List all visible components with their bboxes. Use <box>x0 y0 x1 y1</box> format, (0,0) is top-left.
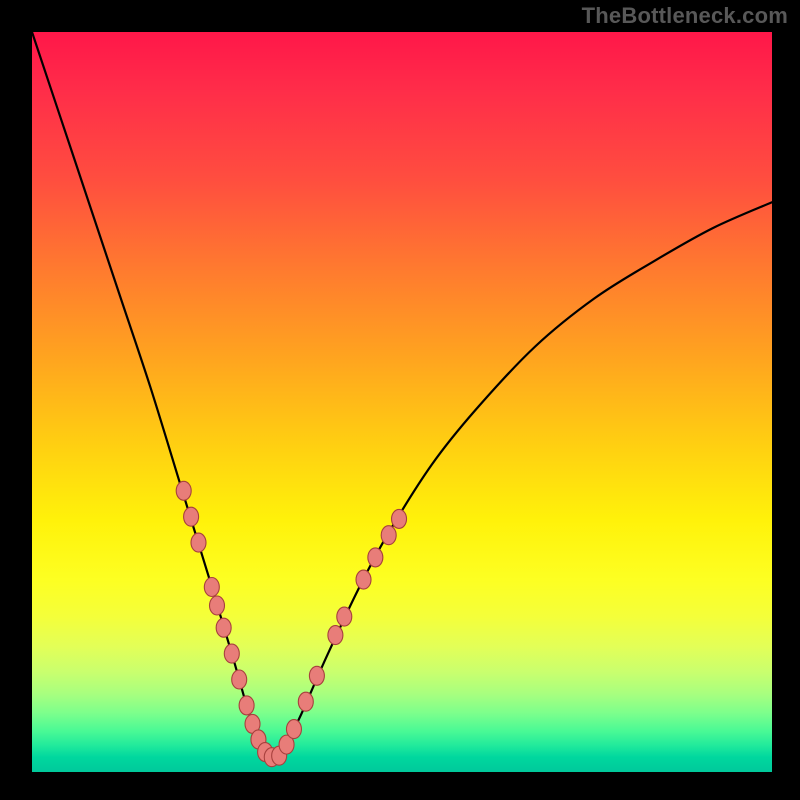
data-marker <box>356 570 371 589</box>
data-marker <box>381 526 396 545</box>
data-marker <box>286 720 301 739</box>
chart-svg <box>32 32 772 772</box>
bottleneck-curve <box>32 32 772 759</box>
data-marker <box>392 509 407 528</box>
data-marker <box>184 507 199 526</box>
plot-area <box>32 32 772 772</box>
data-marker <box>216 618 231 637</box>
data-marker <box>368 548 383 567</box>
data-marker <box>309 666 324 685</box>
marker-group <box>176 481 406 766</box>
data-marker <box>239 696 254 715</box>
data-marker <box>337 607 352 626</box>
data-marker <box>191 533 206 552</box>
data-marker <box>210 596 225 615</box>
data-marker <box>298 692 313 711</box>
data-marker <box>176 481 191 500</box>
data-marker <box>224 644 239 663</box>
data-marker <box>328 626 343 645</box>
chart-container: TheBottleneck.com <box>0 0 800 800</box>
data-marker <box>204 578 219 597</box>
watermark-text: TheBottleneck.com <box>582 3 788 29</box>
data-marker <box>232 670 247 689</box>
